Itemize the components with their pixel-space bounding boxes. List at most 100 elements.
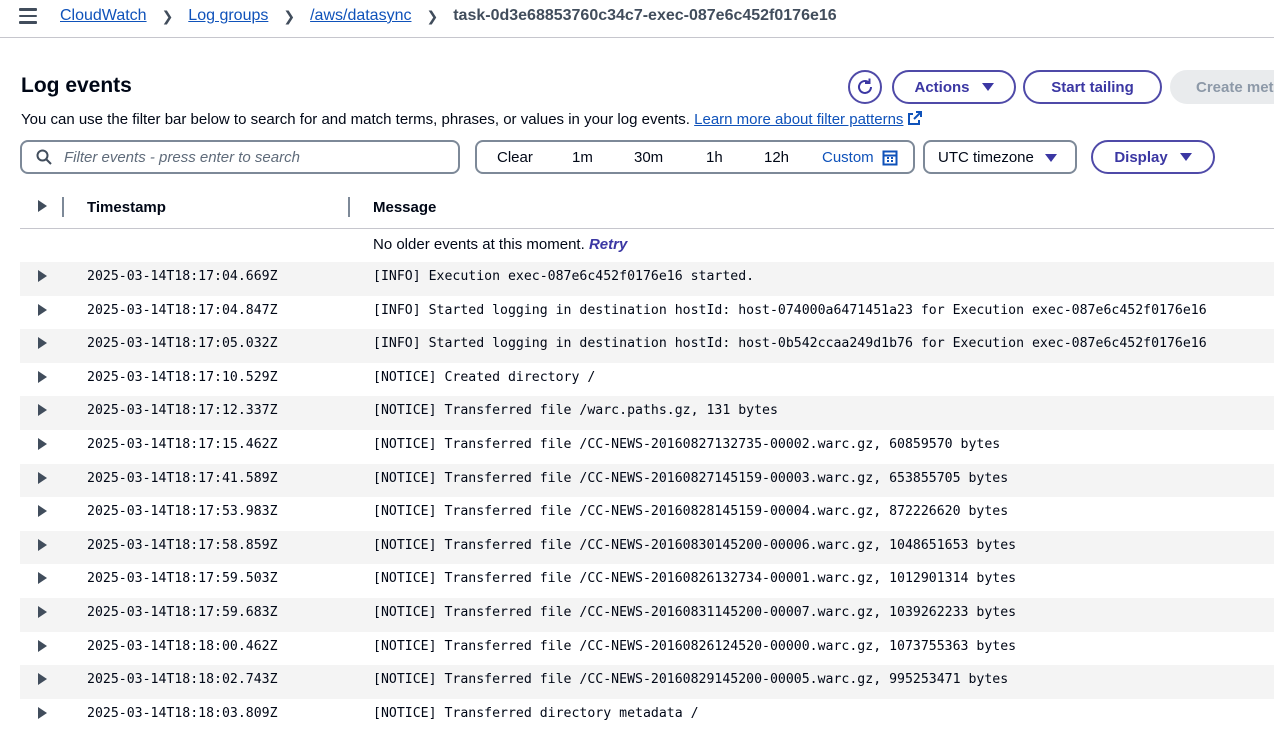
table-row[interactable]: 2025-03-14T18:17:53.983Z [NOTICE] Transfe… <box>20 497 1274 531</box>
expand-all-icon[interactable] <box>38 200 47 212</box>
expand-triangle-icon[interactable] <box>38 404 47 416</box>
range-1m[interactable]: 1m <box>572 149 593 166</box>
filter-events-input[interactable] <box>62 148 446 167</box>
breadcrumb-log-groups[interactable]: Log groups <box>188 7 268 25</box>
expand-triangle-icon[interactable] <box>38 505 47 517</box>
expand-triangle-icon[interactable] <box>38 371 47 383</box>
create-metric-filter-button[interactable]: Create met <box>1170 70 1274 104</box>
external-link-icon[interactable] <box>907 110 923 126</box>
expand-triangle-icon[interactable] <box>38 572 47 584</box>
column-header-timestamp[interactable]: Timestamp <box>87 199 166 216</box>
row-timestamp: 2025-03-14T18:17:41.589Z <box>87 471 278 486</box>
start-tailing-button[interactable]: Start tailing <box>1023 70 1162 104</box>
caret-down-icon <box>982 83 994 91</box>
refresh-button[interactable] <box>848 70 882 104</box>
row-timestamp: 2025-03-14T18:18:03.809Z <box>87 706 278 721</box>
column-header-message[interactable]: Message <box>373 199 436 216</box>
table-row[interactable]: 2025-03-14T18:18:02.743Z [NOTICE] Transfe… <box>20 665 1274 699</box>
row-message: [NOTICE] Transferred file /CC-NEWS-20160… <box>373 639 1016 654</box>
table-row[interactable]: 2025-03-14T18:17:59.683Z[NOTICE] Transfe… <box>20 598 1274 632</box>
time-range-selector: Clear 1m 30m 1h 12h Custom <box>475 140 915 174</box>
display-label: Display <box>1114 149 1167 166</box>
range-clear[interactable]: Clear <box>497 149 533 166</box>
range-1h[interactable]: 1h <box>706 149 723 166</box>
row-timestamp: 2025-03-14T18:17:05.032Z <box>87 336 278 351</box>
expand-triangle-icon[interactable] <box>38 337 47 349</box>
row-message: [INFO] Started logging in destination ho… <box>373 303 1207 318</box>
expand-triangle-icon[interactable] <box>38 707 47 719</box>
row-message: [NOTICE] Created directory / <box>373 370 595 385</box>
table-row[interactable]: 2025-03-14T18:17:12.337Z [NOTICE] Transfe… <box>20 396 1274 430</box>
breadcrumb: CloudWatch ❯ Log groups ❯ /aws/datasync … <box>60 7 837 25</box>
hamburger-menu-icon[interactable] <box>19 8 37 24</box>
table-row[interactable]: 2025-03-14T18:17:59.503Z [NOTICE] Transfe… <box>20 564 1274 598</box>
retry-link[interactable]: Retry <box>589 236 627 253</box>
caret-down-icon <box>1180 153 1192 161</box>
log-events-list: 2025-03-14T18:17:04.669Z[INFO] Execution… <box>20 262 1274 732</box>
row-message: [NOTICE] Transferred file /CC-NEWS-20160… <box>373 471 1008 486</box>
timezone-select[interactable]: UTC timezone <box>923 140 1077 174</box>
table-row[interactable]: 2025-03-14T18:17:05.032Z [INFO] Started l… <box>20 329 1274 363</box>
row-timestamp: 2025-03-14T18:17:12.337Z <box>87 403 278 418</box>
refresh-icon <box>855 77 875 97</box>
actions-button[interactable]: Actions <box>892 70 1016 104</box>
expand-triangle-icon[interactable] <box>38 640 47 652</box>
page-description: You can use the filter bar below to sear… <box>21 110 923 128</box>
expand-triangle-icon[interactable] <box>38 472 47 484</box>
expand-triangle-icon[interactable] <box>38 270 47 282</box>
custom-label: Custom <box>822 149 874 166</box>
range-30m[interactable]: 30m <box>634 149 663 166</box>
column-resizer[interactable] <box>62 197 64 217</box>
table-row[interactable]: 2025-03-14T18:17:04.847Z[INFO] Started l… <box>20 296 1274 330</box>
table-row[interactable]: 2025-03-14T18:18:00.462Z[NOTICE] Transfe… <box>20 632 1274 666</box>
row-message: [INFO] Started logging in destination ho… <box>373 336 1207 351</box>
row-timestamp: 2025-03-14T18:17:58.859Z <box>87 538 278 553</box>
calendar-icon <box>882 150 898 166</box>
breadcrumb-log-group[interactable]: /aws/datasync <box>310 7 411 25</box>
search-icon <box>36 149 52 165</box>
table-row[interactable]: 2025-03-14T18:18:03.809Z [NOTICE] Transfe… <box>20 699 1274 733</box>
breadcrumb-cloudwatch[interactable]: CloudWatch <box>60 7 147 25</box>
row-message: [NOTICE] Transferred file /CC-NEWS-20160… <box>373 504 1008 519</box>
row-timestamp: 2025-03-14T18:18:02.743Z <box>87 672 278 687</box>
range-12h[interactable]: 12h <box>764 149 789 166</box>
learn-more-link[interactable]: Learn more about filter patterns <box>694 111 903 128</box>
table-header: Timestamp Message <box>20 190 1274 229</box>
top-navigation-bar: CloudWatch ❯ Log groups ❯ /aws/datasync … <box>0 0 1274 38</box>
range-custom[interactable]: Custom <box>822 149 898 166</box>
row-timestamp: 2025-03-14T18:17:59.503Z <box>87 571 278 586</box>
row-timestamp: 2025-03-14T18:17:15.462Z <box>87 437 278 452</box>
display-button[interactable]: Display <box>1091 140 1215 174</box>
row-message: [NOTICE] Transferred file /CC-NEWS-20160… <box>373 538 1016 553</box>
expand-triangle-icon[interactable] <box>38 673 47 685</box>
start-tailing-label: Start tailing <box>1051 79 1134 96</box>
expand-triangle-icon[interactable] <box>38 539 47 551</box>
row-timestamp: 2025-03-14T18:17:53.983Z <box>87 504 278 519</box>
expand-triangle-icon[interactable] <box>38 606 47 618</box>
page-title: Log events <box>21 74 132 98</box>
row-message: [NOTICE] Transferred directory metadata … <box>373 706 699 721</box>
chevron-right-icon: ❯ <box>426 8 438 25</box>
description-text: You can use the filter bar below to sear… <box>21 111 690 128</box>
table-row[interactable]: 2025-03-14T18:17:10.529Z [NOTICE] Created… <box>20 363 1274 397</box>
column-resizer[interactable] <box>348 197 350 217</box>
row-timestamp: 2025-03-14T18:17:10.529Z <box>87 370 278 385</box>
row-message: [NOTICE] Transferred file /warc.paths.gz… <box>373 403 778 418</box>
row-message: [NOTICE] Transferred file /CC-NEWS-20160… <box>373 672 1008 687</box>
actions-label: Actions <box>914 79 969 96</box>
no-older-events-row: No older events at this moment. Retry <box>373 236 627 253</box>
table-row[interactable]: 2025-03-14T18:17:41.589Z [NOTICE] Transfe… <box>20 464 1274 498</box>
no-older-events-text: No older events at this moment. <box>373 236 585 253</box>
table-row[interactable]: 2025-03-14T18:17:04.669Z[INFO] Execution… <box>20 262 1274 296</box>
expand-triangle-icon[interactable] <box>38 438 47 450</box>
row-message: [NOTICE] Transferred file /CC-NEWS-20160… <box>373 571 1016 586</box>
chevron-right-icon: ❯ <box>162 8 174 25</box>
table-row[interactable]: 2025-03-14T18:17:15.462Z[NOTICE] Transfe… <box>20 430 1274 464</box>
create-metric-label: Create met <box>1196 79 1274 96</box>
learn-more-label: Learn more about filter patterns <box>694 111 903 128</box>
timezone-value: UTC timezone <box>938 149 1034 166</box>
expand-triangle-icon[interactable] <box>38 304 47 316</box>
row-message: [NOTICE] Transferred file /CC-NEWS-20160… <box>373 605 1016 620</box>
table-row[interactable]: 2025-03-14T18:17:58.859Z [NOTICE] Transfe… <box>20 531 1274 565</box>
row-timestamp: 2025-03-14T18:17:04.669Z <box>87 269 278 284</box>
